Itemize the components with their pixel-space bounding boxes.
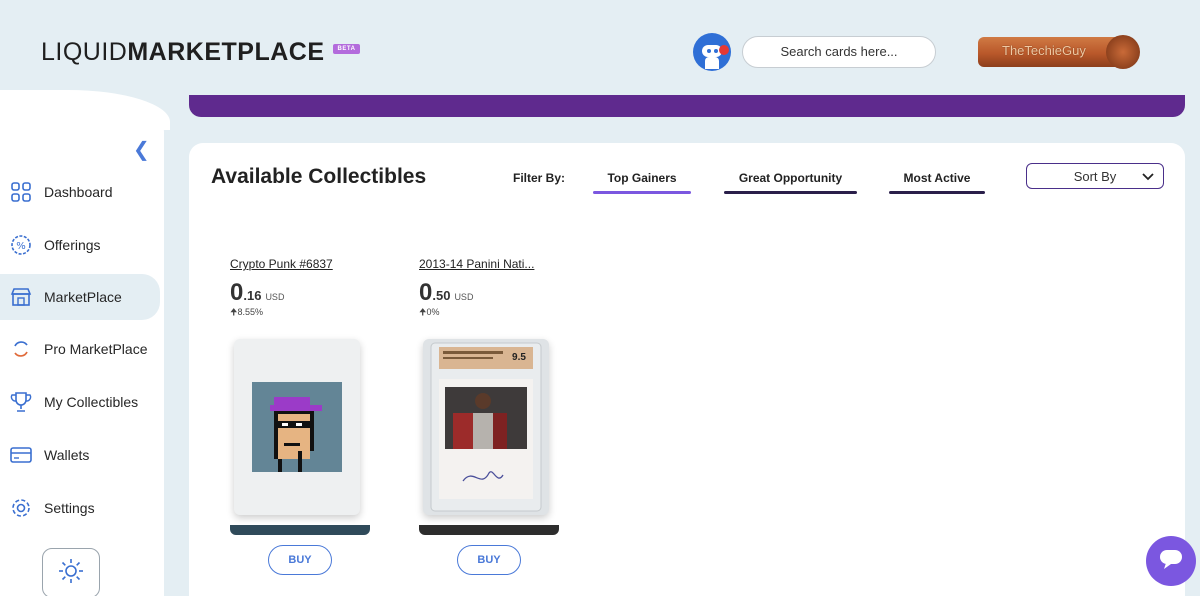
grid-icon xyxy=(10,181,32,203)
sidebar-item-pro-marketplace[interactable]: Pro MarketPlace xyxy=(0,326,164,372)
slab-grade: 9.5 xyxy=(512,352,526,363)
user-profile-badge[interactable]: TheTechieGuy xyxy=(972,30,1144,74)
sort-dropdown[interactable]: Sort By xyxy=(1026,163,1164,189)
sidebar-item-label: Pro MarketPlace xyxy=(44,341,148,357)
gear-icon xyxy=(10,497,32,519)
crypto-punk-image xyxy=(252,382,342,472)
buy-button[interactable]: BUY xyxy=(268,545,332,575)
chevron-down-icon xyxy=(1141,170,1155,185)
sidebar-item-label: Dashboard xyxy=(44,184,113,200)
filter-tab-label: Top Gainers xyxy=(607,171,677,185)
card-price: 0.16 USD xyxy=(230,279,370,307)
card-price: 0.50 USD xyxy=(419,279,559,307)
logo-light-text: LIQUID xyxy=(41,38,128,66)
price-change: 🠉8.55% xyxy=(230,305,370,321)
percent-badge-icon: % xyxy=(10,234,32,256)
price-change: 🠉0% xyxy=(419,305,559,321)
card-name[interactable]: 2013-14 Panini Nati... xyxy=(419,257,559,271)
sidebar-item-marketplace[interactable]: MarketPlace xyxy=(0,274,160,320)
wallet-icon xyxy=(10,444,32,466)
search-input[interactable]: Search cards here... xyxy=(742,36,936,68)
sidebar-item-label: My Collectibles xyxy=(44,394,139,410)
notification-robot-icon[interactable] xyxy=(693,33,731,71)
price-currency: USD xyxy=(454,292,474,302)
graded-card-slab-image: 9.5 xyxy=(430,342,542,512)
chat-button[interactable] xyxy=(1146,536,1196,586)
username: TheTechieGuy xyxy=(1002,43,1086,58)
beta-badge: BETA xyxy=(332,43,361,54)
page-title: Available Collectibles xyxy=(211,165,427,188)
chat-icon xyxy=(1158,547,1184,576)
logo[interactable]: LIQUID MARKETPLACE BETA xyxy=(41,38,361,67)
sidebar-item-wallets[interactable]: Wallets xyxy=(0,432,164,478)
sort-label: Sort By xyxy=(1073,168,1117,184)
card-base xyxy=(419,525,559,535)
sidebar-item-label: Settings xyxy=(44,500,95,516)
filter-label: Filter By: xyxy=(513,171,566,185)
sidebar-item-dashboard[interactable]: Dashboard xyxy=(0,169,164,215)
price-integer: 0 xyxy=(419,279,433,306)
filter-tab-most-active[interactable]: Most Active xyxy=(889,171,985,194)
sidebar-item-label: Wallets xyxy=(44,447,90,463)
filter-tab-label: Great Opportunity xyxy=(738,171,843,185)
buy-button[interactable]: BUY xyxy=(457,545,521,575)
price-decimal: .16 xyxy=(243,288,262,303)
sidebar-item-offerings[interactable]: % Offerings xyxy=(0,222,164,268)
trophy-icon xyxy=(10,391,32,413)
logo-bold-text: MARKETPLACE xyxy=(127,38,325,66)
price-integer: 0 xyxy=(230,279,244,306)
chevron-left-icon[interactable]: ❮ xyxy=(133,137,150,162)
card-image[interactable]: 9.5 xyxy=(423,339,549,515)
sidebar-item-settings[interactable]: Settings xyxy=(0,485,164,531)
sidebar-item-my-collectibles[interactable]: My Collectibles xyxy=(0,379,164,425)
store-icon xyxy=(10,286,32,308)
card-name[interactable]: Crypto Punk #6837 xyxy=(230,257,370,271)
promo-banner[interactable] xyxy=(189,95,1185,117)
card-base xyxy=(230,525,370,535)
collectible-card[interactable]: 2013-14 Panini Nati... 0.50USD 🠉0% 9.5 xyxy=(419,257,559,575)
price-decimal: .50 xyxy=(432,288,451,303)
filter-tab-label: Most Active xyxy=(903,171,971,185)
filter-tab-great-opportunity[interactable]: Great Opportunity xyxy=(724,171,857,194)
collectibles-panel: Available Collectibles Filter By: Top Ga… xyxy=(189,143,1185,596)
sidebar-item-label: Offerings xyxy=(44,237,101,253)
filter-tab-top-gainers[interactable]: Top Gainers xyxy=(593,171,691,194)
theme-toggle-button[interactable] xyxy=(42,548,100,596)
card-image[interactable] xyxy=(234,339,360,515)
price-change-value: 8.55% xyxy=(237,307,263,317)
sidebar-item-label: MarketPlace xyxy=(44,289,122,305)
price-change-value: 0% xyxy=(426,307,440,317)
refresh-icon xyxy=(10,338,32,360)
collectible-card[interactable]: Crypto Punk #6837 0.16 USD 🠉8.55% BUY xyxy=(230,257,370,575)
svg-text:%: % xyxy=(16,241,26,252)
price-currency: USD xyxy=(265,292,285,302)
sun-icon xyxy=(57,557,85,590)
